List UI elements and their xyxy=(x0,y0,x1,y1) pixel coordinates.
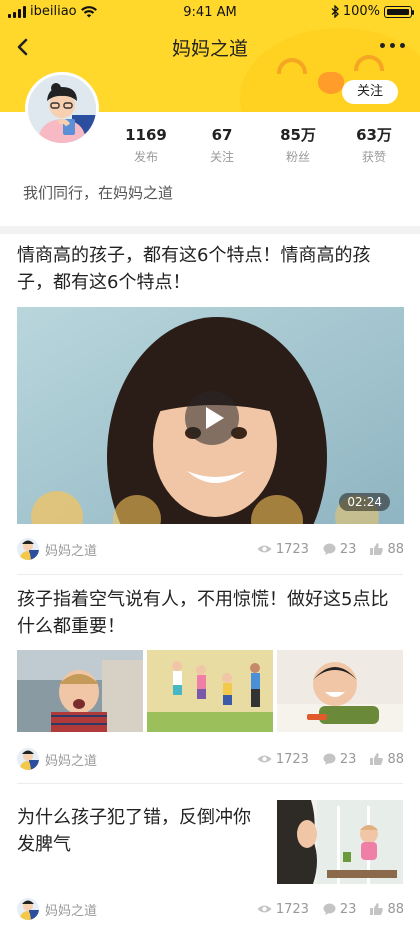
views-count: 1723 xyxy=(257,752,309,767)
stat-label: 关注 xyxy=(209,150,234,164)
comment-icon xyxy=(323,753,336,765)
thumbs-up-icon xyxy=(370,543,384,555)
divider xyxy=(17,574,403,575)
stat-value: 1169 xyxy=(125,126,167,144)
stat-value: 67 xyxy=(211,126,233,144)
thumbs-up-icon xyxy=(370,753,384,765)
avatar[interactable] xyxy=(25,72,99,146)
article-title[interactable]: 情商高的孩子，都有这6个特点！情商高的孩子，都有这6个特点！ xyxy=(17,242,404,296)
source-avatar xyxy=(17,898,39,920)
profile-bio: 我们同行，在妈妈之道 xyxy=(23,184,174,202)
views-count: 1723 xyxy=(257,542,309,557)
stat-label: 粉丝 xyxy=(285,150,310,164)
mascot-beak xyxy=(318,72,344,94)
source-name[interactable]: 妈妈之道 xyxy=(45,900,243,919)
comments-count[interactable]: 23 xyxy=(323,901,357,917)
bluetooth-icon xyxy=(331,5,339,18)
eye-icon xyxy=(257,905,272,913)
source-name[interactable]: 妈妈之道 xyxy=(45,540,243,559)
comments-value: 23 xyxy=(339,541,357,557)
stat-label: 发布 xyxy=(133,150,158,164)
battery-icon xyxy=(384,5,414,18)
play-icon[interactable] xyxy=(185,391,239,445)
stat-value: 63万 xyxy=(356,126,392,144)
stat-likes[interactable]: 63万 获赞 xyxy=(336,126,412,165)
page-title: 妈妈之道 xyxy=(171,38,248,60)
comment-icon xyxy=(323,543,336,555)
views-value: 1723 xyxy=(275,541,309,557)
follow-button[interactable]: 关注 xyxy=(342,80,398,104)
likes-count[interactable]: 88 xyxy=(370,542,404,557)
source-avatar xyxy=(17,748,39,770)
eye-icon xyxy=(257,545,272,553)
eye-icon xyxy=(257,755,272,763)
article-image-smiling-boy[interactable] xyxy=(277,650,403,732)
article-meta: 妈妈之道 1723 23 88 xyxy=(17,537,404,561)
article-card[interactable]: 情商高的孩子，都有这6个特点！情商高的孩子，都有这6个特点！ xyxy=(17,242,404,296)
source-avatar xyxy=(17,538,39,560)
thumbs-up-icon xyxy=(370,903,384,915)
status-bar: ibeiliao 9:41 AM 100% xyxy=(0,0,420,24)
views-count: 1723 xyxy=(257,902,309,917)
likes-value: 88 xyxy=(387,901,404,917)
article-image-mother-and-child[interactable] xyxy=(277,800,403,884)
article-meta: 妈妈之道 1723 23 88 xyxy=(17,897,404,921)
likes-value: 88 xyxy=(387,751,404,767)
views-value: 1723 xyxy=(275,901,309,917)
stat-value: 85万 xyxy=(280,126,316,144)
article-card[interactable]: 孩子指着空气说有人，不用惊慌！做好这5点比什么都重要！ xyxy=(17,586,404,640)
article-image-crying-boy[interactable] xyxy=(17,650,143,732)
stat-label: 获赞 xyxy=(361,150,386,164)
article-image-jumping-kids[interactable] xyxy=(147,650,273,732)
battery-percent: 100% xyxy=(342,4,380,19)
views-value: 1723 xyxy=(275,751,309,767)
nav-bar: 妈妈之道 xyxy=(0,24,420,68)
stat-followers[interactable]: 85万 粉丝 xyxy=(260,126,336,165)
likes-value: 88 xyxy=(387,541,404,557)
video-thumbnail[interactable]: 02:24 xyxy=(17,307,404,524)
source-name[interactable]: 妈妈之道 xyxy=(45,750,243,769)
cartoon-mom-illustration xyxy=(28,75,96,143)
comments-value: 23 xyxy=(339,751,357,767)
article-card[interactable]: 为什么孩子犯了错，反倒冲你发脾气 xyxy=(17,804,257,858)
likes-count[interactable]: 88 xyxy=(370,902,404,917)
video-duration: 02:24 xyxy=(339,493,390,511)
more-icon[interactable] xyxy=(380,38,406,52)
comments-count[interactable]: 23 xyxy=(323,541,357,557)
stat-following[interactable]: 67 关注 xyxy=(184,126,260,165)
divider xyxy=(17,783,403,784)
stat-posts[interactable]: 1169 发布 xyxy=(108,126,184,165)
article-title[interactable]: 孩子指着空气说有人，不用惊慌！做好这5点比什么都重要！ xyxy=(17,586,404,640)
comment-icon xyxy=(323,903,336,915)
likes-count[interactable]: 88 xyxy=(370,752,404,767)
article-meta: 妈妈之道 1723 23 88 xyxy=(17,747,404,771)
section-divider xyxy=(0,226,420,234)
profile-stats: 1169 发布 67 关注 85万 粉丝 63万 获赞 xyxy=(108,126,412,165)
comments-count[interactable]: 23 xyxy=(323,751,357,767)
comments-value: 23 xyxy=(339,901,357,917)
article-title[interactable]: 为什么孩子犯了错，反倒冲你发脾气 xyxy=(17,804,257,858)
